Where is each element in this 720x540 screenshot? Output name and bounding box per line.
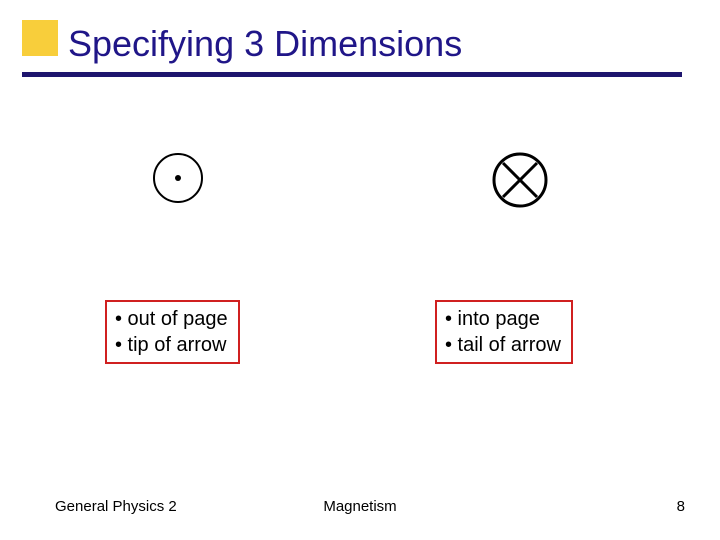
legend-line: • into page bbox=[445, 306, 561, 332]
out-of-page-icon bbox=[150, 150, 206, 206]
legend-line: • tip of arrow bbox=[115, 332, 228, 358]
legend-line: • tail of arrow bbox=[445, 332, 561, 358]
footer-page-number: 8 bbox=[677, 498, 685, 515]
legend-box-into-page: • into page • tail of arrow bbox=[435, 300, 573, 364]
page-title: Specifying 3 Dimensions bbox=[68, 23, 462, 65]
legend-line: • out of page bbox=[115, 306, 228, 332]
legend-box-out-of-page: • out of page • tip of arrow bbox=[105, 300, 240, 364]
legend-col-right: • into page • tail of arrow bbox=[360, 300, 720, 364]
symbol-col-left bbox=[0, 150, 360, 210]
corner-accent-square bbox=[22, 20, 58, 56]
legend-col-left: • out of page • tip of arrow bbox=[0, 300, 360, 364]
into-page-icon bbox=[490, 150, 550, 210]
footer-topic: Magnetism bbox=[323, 498, 396, 515]
symbol-col-right bbox=[360, 150, 720, 210]
title-divider bbox=[22, 72, 682, 77]
symbol-row bbox=[0, 150, 720, 210]
footer-course-name: General Physics 2 bbox=[55, 498, 177, 515]
legend-row: • out of page • tip of arrow • into page… bbox=[0, 300, 720, 364]
